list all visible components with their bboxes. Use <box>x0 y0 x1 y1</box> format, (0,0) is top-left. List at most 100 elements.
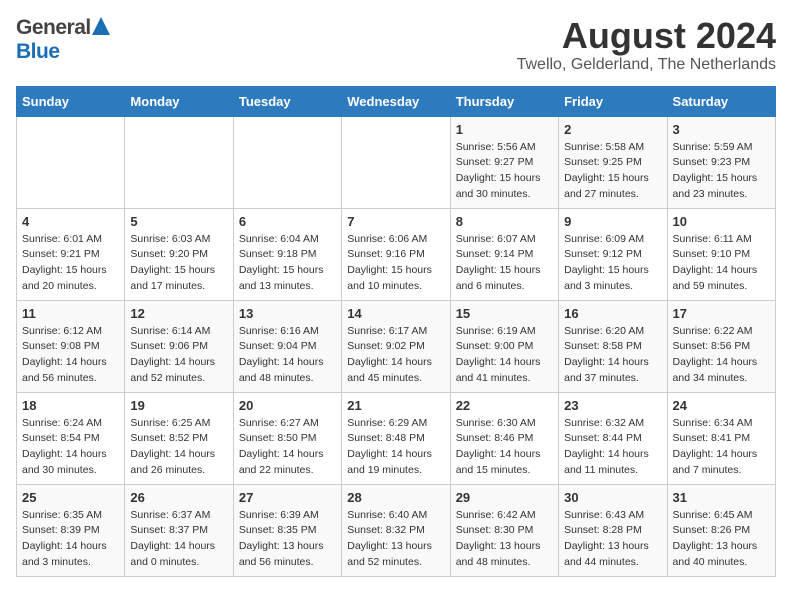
day-number: 4 <box>22 214 119 229</box>
day-number: 1 <box>456 122 553 137</box>
calendar-cell: 14 Sunrise: 6:17 AMSunset: 9:02 PMDayligh… <box>342 300 450 392</box>
header-tuesday: Tuesday <box>233 86 341 116</box>
day-info: Sunrise: 5:58 AMSunset: 9:25 PMDaylight:… <box>564 140 661 203</box>
calendar-cell: 25 Sunrise: 6:35 AMSunset: 8:39 PMDayligh… <box>17 484 125 576</box>
logo: General Blue <box>16 16 110 64</box>
day-number: 18 <box>22 398 119 413</box>
day-info: Sunrise: 6:29 AMSunset: 8:48 PMDaylight:… <box>347 416 444 479</box>
day-number: 27 <box>239 490 336 505</box>
calendar-cell: 22Sunrise: 6:30 AMSunset: 8:46 PMDayligh… <box>450 392 558 484</box>
day-info: Sunrise: 6:35 AMSunset: 8:39 PMDaylight:… <box>22 508 119 571</box>
calendar-cell: 15Sunrise: 6:19 AMSunset: 9:00 PMDayligh… <box>450 300 558 392</box>
calendar-table: Sunday Monday Tuesday Wednesday Thursday… <box>16 86 776 577</box>
day-number: 16 <box>564 306 661 321</box>
calendar-cell: 26Sunrise: 6:37 AMSunset: 8:37 PMDayligh… <box>125 484 233 576</box>
day-info: Sunrise: 6:19 AMSunset: 9:00 PMDaylight:… <box>456 324 553 387</box>
day-info: Sunrise: 6:12 AMSunset: 9:08 PMDaylight:… <box>22 324 119 387</box>
main-title: August 2024 <box>517 16 776 56</box>
day-number: 20 <box>239 398 336 413</box>
header-friday: Friday <box>559 86 667 116</box>
day-info: Sunrise: 6:43 AMSunset: 8:28 PMDaylight:… <box>564 508 661 571</box>
day-info: Sunrise: 6:17 AMSunset: 9:02 PMDaylight:… <box>347 324 444 387</box>
calendar-cell: 17 Sunrise: 6:22 AMSunset: 8:56 PMDayligh… <box>667 300 775 392</box>
day-info: Sunrise: 6:20 AMSunset: 8:58 PMDaylight:… <box>564 324 661 387</box>
header-sunday: Sunday <box>17 86 125 116</box>
day-info: Sunrise: 5:59 AMSunset: 9:23 PMDaylight:… <box>673 140 770 203</box>
day-number: 22 <box>456 398 553 413</box>
calendar-cell <box>17 116 125 208</box>
day-info: Sunrise: 6:03 AMSunset: 9:20 PMDaylight:… <box>130 232 227 295</box>
day-number: 8 <box>456 214 553 229</box>
day-number: 7 <box>347 214 444 229</box>
calendar-cell: 12 Sunrise: 6:14 AMSunset: 9:06 PMDayligh… <box>125 300 233 392</box>
day-info: Sunrise: 6:45 AMSunset: 8:26 PMDaylight:… <box>673 508 770 571</box>
calendar-cell: 10 Sunrise: 6:11 AMSunset: 9:10 PMDayligh… <box>667 208 775 300</box>
day-info: Sunrise: 6:06 AMSunset: 9:16 PMDaylight:… <box>347 232 444 295</box>
day-number: 29 <box>456 490 553 505</box>
calendar-week-row: 4 Sunrise: 6:01 AMSunset: 9:21 PMDaylight… <box>17 208 776 300</box>
calendar-cell: 1Sunrise: 5:56 AMSunset: 9:27 PMDaylight… <box>450 116 558 208</box>
day-number: 19 <box>130 398 227 413</box>
calendar-cell: 8Sunrise: 6:07 AMSunset: 9:14 PMDaylight… <box>450 208 558 300</box>
day-number: 17 <box>673 306 770 321</box>
calendar-week-row: 11 Sunrise: 6:12 AMSunset: 9:08 PMDayligh… <box>17 300 776 392</box>
calendar-cell: 2 Sunrise: 5:58 AMSunset: 9:25 PMDaylight… <box>559 116 667 208</box>
calendar-cell: 11 Sunrise: 6:12 AMSunset: 9:08 PMDayligh… <box>17 300 125 392</box>
day-number: 25 <box>22 490 119 505</box>
day-info: Sunrise: 6:01 AMSunset: 9:21 PMDaylight:… <box>22 232 119 295</box>
calendar-week-row: 25 Sunrise: 6:35 AMSunset: 8:39 PMDayligh… <box>17 484 776 576</box>
calendar-cell: 18 Sunrise: 6:24 AMSunset: 8:54 PMDayligh… <box>17 392 125 484</box>
calendar-cell: 23Sunrise: 6:32 AMSunset: 8:44 PMDayligh… <box>559 392 667 484</box>
calendar-cell: 20 Sunrise: 6:27 AMSunset: 8:50 PMDayligh… <box>233 392 341 484</box>
day-number: 13 <box>239 306 336 321</box>
day-info: Sunrise: 6:40 AMSunset: 8:32 PMDaylight:… <box>347 508 444 571</box>
calendar-week-row: 18 Sunrise: 6:24 AMSunset: 8:54 PMDayligh… <box>17 392 776 484</box>
calendar-cell: 4 Sunrise: 6:01 AMSunset: 9:21 PMDaylight… <box>17 208 125 300</box>
header-saturday: Saturday <box>667 86 775 116</box>
calendar-cell: 5 Sunrise: 6:03 AMSunset: 9:20 PMDaylight… <box>125 208 233 300</box>
calendar-cell <box>342 116 450 208</box>
calendar-cell: 21Sunrise: 6:29 AMSunset: 8:48 PMDayligh… <box>342 392 450 484</box>
day-number: 31 <box>673 490 770 505</box>
day-number: 14 <box>347 306 444 321</box>
calendar-cell <box>125 116 233 208</box>
subtitle: Twello, Gelderland, The Netherlands <box>517 56 776 74</box>
header-monday: Monday <box>125 86 233 116</box>
calendar-cell <box>233 116 341 208</box>
logo-blue: Blue <box>16 40 60 64</box>
day-info: Sunrise: 6:22 AMSunset: 8:56 PMDaylight:… <box>673 324 770 387</box>
day-number: 10 <box>673 214 770 229</box>
day-number: 12 <box>130 306 227 321</box>
calendar-cell: 28 Sunrise: 6:40 AMSunset: 8:32 PMDayligh… <box>342 484 450 576</box>
page-header: General Blue August 2024 Twello, Gelderl… <box>16 16 776 74</box>
day-info: Sunrise: 6:25 AMSunset: 8:52 PMDaylight:… <box>130 416 227 479</box>
day-info: Sunrise: 6:34 AMSunset: 8:41 PMDaylight:… <box>673 416 770 479</box>
day-info: Sunrise: 6:24 AMSunset: 8:54 PMDaylight:… <box>22 416 119 479</box>
day-number: 30 <box>564 490 661 505</box>
day-info: Sunrise: 6:09 AMSunset: 9:12 PMDaylight:… <box>564 232 661 295</box>
day-number: 11 <box>22 306 119 321</box>
header-thursday: Thursday <box>450 86 558 116</box>
day-info: Sunrise: 6:39 AMSunset: 8:35 PMDaylight:… <box>239 508 336 571</box>
header-wednesday: Wednesday <box>342 86 450 116</box>
day-number: 9 <box>564 214 661 229</box>
calendar-cell: 27 Sunrise: 6:39 AMSunset: 8:35 PMDayligh… <box>233 484 341 576</box>
day-number: 28 <box>347 490 444 505</box>
calendar-cell: 3Sunrise: 5:59 AMSunset: 9:23 PMDaylight… <box>667 116 775 208</box>
calendar-cell: 13Sunrise: 6:16 AMSunset: 9:04 PMDayligh… <box>233 300 341 392</box>
weekday-header-row: Sunday Monday Tuesday Wednesday Thursday… <box>17 86 776 116</box>
day-info: Sunrise: 6:27 AMSunset: 8:50 PMDaylight:… <box>239 416 336 479</box>
day-number: 5 <box>130 214 227 229</box>
day-info: Sunrise: 6:37 AMSunset: 8:37 PMDaylight:… <box>130 508 227 571</box>
day-info: Sunrise: 6:42 AMSunset: 8:30 PMDaylight:… <box>456 508 553 571</box>
day-number: 2 <box>564 122 661 137</box>
calendar-cell: 7 Sunrise: 6:06 AMSunset: 9:16 PMDaylight… <box>342 208 450 300</box>
calendar-cell: 30 Sunrise: 6:43 AMSunset: 8:28 PMDayligh… <box>559 484 667 576</box>
day-info: Sunrise: 6:11 AMSunset: 9:10 PMDaylight:… <box>673 232 770 295</box>
title-area: August 2024 Twello, Gelderland, The Neth… <box>517 16 776 74</box>
calendar-week-row: 1Sunrise: 5:56 AMSunset: 9:27 PMDaylight… <box>17 116 776 208</box>
calendar-cell: 19 Sunrise: 6:25 AMSunset: 8:52 PMDayligh… <box>125 392 233 484</box>
day-info: Sunrise: 6:14 AMSunset: 9:06 PMDaylight:… <box>130 324 227 387</box>
calendar-cell: 31 Sunrise: 6:45 AMSunset: 8:26 PMDayligh… <box>667 484 775 576</box>
calendar-cell: 6Sunrise: 6:04 AMSunset: 9:18 PMDaylight… <box>233 208 341 300</box>
